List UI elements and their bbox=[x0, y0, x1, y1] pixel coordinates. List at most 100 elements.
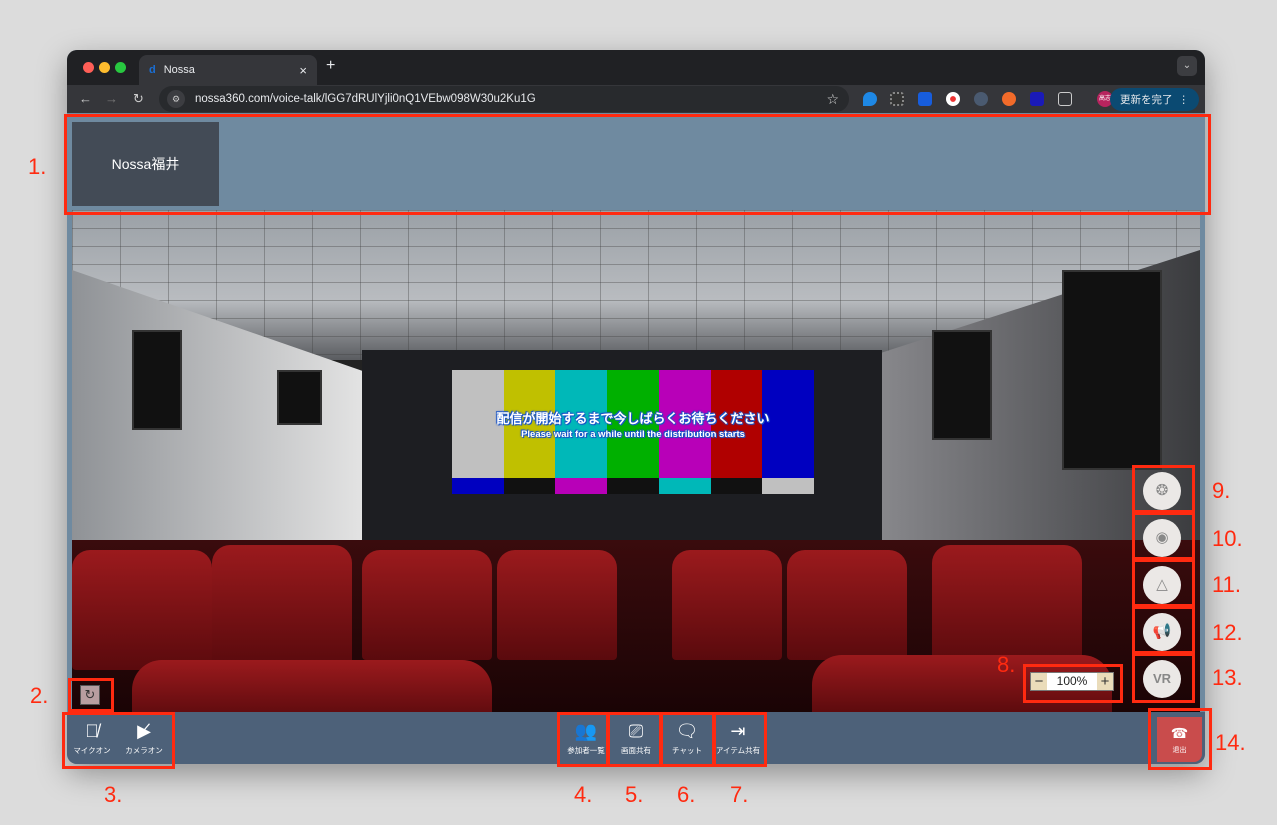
seat bbox=[212, 545, 352, 665]
screen-share-label: 画面共有 bbox=[621, 746, 651, 755]
megaphone-icon: 📢 bbox=[1152, 623, 1172, 640]
announce-button[interactable]: 📢 bbox=[1143, 613, 1181, 651]
reload-icon[interactable]: ↻ bbox=[133, 91, 144, 107]
nossa-favicon-icon: d bbox=[149, 64, 156, 76]
seat bbox=[72, 550, 212, 670]
address-bar[interactable]: ⚙ nossa360.com/voice-talk/lGG7dRUlYjli0nQ… bbox=[159, 86, 849, 112]
speaker-panel bbox=[277, 370, 322, 425]
extension-t-icon[interactable] bbox=[1002, 92, 1016, 106]
annotation-label: 11. bbox=[1212, 572, 1241, 597]
item-share-label: アイテム共有 bbox=[715, 746, 761, 755]
annotation-label: 6. bbox=[677, 782, 696, 807]
annotation-label: 9. bbox=[1212, 478, 1231, 503]
chat-button[interactable]: 🗨 チャット bbox=[662, 720, 712, 756]
virtual-theater-view[interactable]: 配信が開始するまで今しばらくお待ちください Please wait for a w… bbox=[72, 210, 1200, 712]
zoom-control: − 100% + bbox=[1030, 672, 1114, 691]
update-button[interactable]: 更新を完了 ⋮ bbox=[1110, 88, 1199, 111]
menu-kebab-icon: ⋮ bbox=[1178, 93, 1190, 106]
close-window-button[interactable] bbox=[83, 62, 94, 73]
color-bar bbox=[658, 478, 711, 494]
item-share-button[interactable]: ⇥ アイテム共有 bbox=[713, 720, 763, 756]
tab-bar: d Nossa × + ⌄ bbox=[67, 50, 1205, 85]
extension-bolt-icon[interactable] bbox=[974, 92, 988, 106]
annotation-label: 4. bbox=[574, 782, 593, 807]
room-header: Nossa福井 bbox=[67, 113, 1205, 210]
chat-icon: 🗨 bbox=[675, 721, 699, 741]
speaker-panel bbox=[932, 330, 992, 440]
waiting-message-en: Please wait for a while until the distri… bbox=[521, 429, 745, 440]
close-tab-icon[interactable]: × bbox=[299, 63, 307, 78]
annotation-label: 2. bbox=[30, 683, 49, 708]
extension-diamond-icon[interactable] bbox=[863, 92, 877, 106]
color-bar bbox=[452, 478, 504, 494]
screen-share-button[interactable]: ⎚ 画面共有 bbox=[611, 720, 661, 756]
participants-label: 参加者一覧 bbox=[567, 746, 605, 755]
record-icon: ◉ bbox=[1155, 529, 1169, 546]
leave-label: 退出 bbox=[1172, 747, 1187, 754]
camera-shutter-button[interactable]: ❂ bbox=[1143, 472, 1181, 510]
waiting-message-ja: 配信が開始するまで今しばらくお待ちください bbox=[496, 411, 770, 426]
annotation-label: 7. bbox=[730, 782, 749, 807]
minimize-window-button[interactable] bbox=[99, 62, 110, 73]
site-settings-icon[interactable]: ⚙ bbox=[167, 90, 185, 108]
mic-label: マイクオン bbox=[73, 746, 111, 755]
exit-arrow-icon: ⇥ bbox=[730, 721, 746, 741]
seat bbox=[787, 550, 907, 660]
record-button[interactable]: ◉ bbox=[1143, 519, 1181, 557]
color-bar bbox=[607, 478, 659, 494]
maximize-window-button[interactable] bbox=[115, 62, 126, 73]
extensions-puzzle-icon[interactable] bbox=[1058, 92, 1072, 106]
shutter-icon: ❂ bbox=[1155, 482, 1169, 499]
room-name-button[interactable]: Nossa福井 bbox=[72, 122, 219, 206]
people-icon: 👥 bbox=[574, 721, 598, 741]
color-bar bbox=[710, 478, 763, 494]
camera-off-icon: ▶̸ bbox=[137, 721, 151, 741]
waiting-message: 配信が開始するまで今しばらくお待ちください Please wait for a w… bbox=[452, 408, 814, 440]
reload-view-button[interactable]: ↻ bbox=[80, 685, 100, 705]
zoom-level: 100% bbox=[1047, 673, 1097, 690]
extension-info-icon[interactable] bbox=[1030, 92, 1044, 106]
navigate-button[interactable]: △ bbox=[1143, 566, 1181, 604]
navigation-arrow-icon: △ bbox=[1156, 576, 1168, 593]
camera-label: カメラオン bbox=[125, 746, 163, 755]
annotation-label: 1. bbox=[28, 154, 47, 179]
update-label: 更新を完了 bbox=[1120, 94, 1173, 106]
seat bbox=[362, 550, 492, 660]
extension-bitwarden-icon[interactable] bbox=[918, 92, 932, 106]
mic-toggle-button[interactable]: 🎙̸ マイクオン bbox=[67, 720, 117, 756]
color-bar bbox=[555, 478, 608, 494]
seat bbox=[132, 660, 492, 712]
annotation-label: 5. bbox=[625, 782, 644, 807]
tab-nossa[interactable]: d Nossa × bbox=[139, 55, 317, 85]
back-icon[interactable]: ← bbox=[79, 91, 92, 106]
tab-search-button[interactable]: ⌄ bbox=[1177, 56, 1197, 76]
annotation-label: 13. bbox=[1212, 665, 1243, 690]
browser-window: d Nossa × + ⌄ ← → ↻ ⚙ nossa360.com/voice-ta… bbox=[67, 50, 1205, 764]
zoom-out-button[interactable]: − bbox=[1031, 673, 1047, 690]
color-bars-sub bbox=[452, 478, 815, 494]
zoom-in-button[interactable]: + bbox=[1097, 673, 1113, 690]
extension-record-icon[interactable] bbox=[946, 92, 960, 106]
annotation-label: 3. bbox=[104, 782, 123, 807]
forward-icon[interactable]: → bbox=[105, 91, 118, 106]
mic-off-icon: 🎙̸ bbox=[85, 721, 99, 741]
extension-qr-icon[interactable] bbox=[890, 92, 904, 106]
annotation-label: 8. bbox=[997, 652, 1016, 677]
seat bbox=[672, 550, 782, 660]
url-text: nossa360.com/voice-talk/lGG7dRUlYjli0nQ1… bbox=[195, 93, 536, 105]
screen-share-icon: ⎚ bbox=[628, 721, 644, 741]
color-bar bbox=[503, 478, 556, 494]
annotation-label: 10. bbox=[1212, 526, 1243, 551]
tab-title: Nossa bbox=[163, 64, 195, 76]
hang-up-icon: ☎ bbox=[1170, 725, 1189, 741]
room-name: Nossa福井 bbox=[111, 156, 180, 172]
speaker-panel bbox=[132, 330, 182, 430]
annotation-label: 14. bbox=[1215, 730, 1246, 755]
vr-button[interactable]: VR bbox=[1143, 660, 1181, 698]
bookmark-star-icon[interactable]: ☆ bbox=[826, 91, 839, 108]
camera-toggle-button[interactable]: ▶̸ カメラオン bbox=[119, 720, 169, 756]
speaker-panel bbox=[1062, 270, 1162, 470]
new-tab-button[interactable]: + bbox=[326, 57, 335, 75]
leave-button[interactable]: ☎ 退出 bbox=[1157, 717, 1202, 762]
participants-button[interactable]: 👥 参加者一覧 bbox=[561, 720, 611, 756]
